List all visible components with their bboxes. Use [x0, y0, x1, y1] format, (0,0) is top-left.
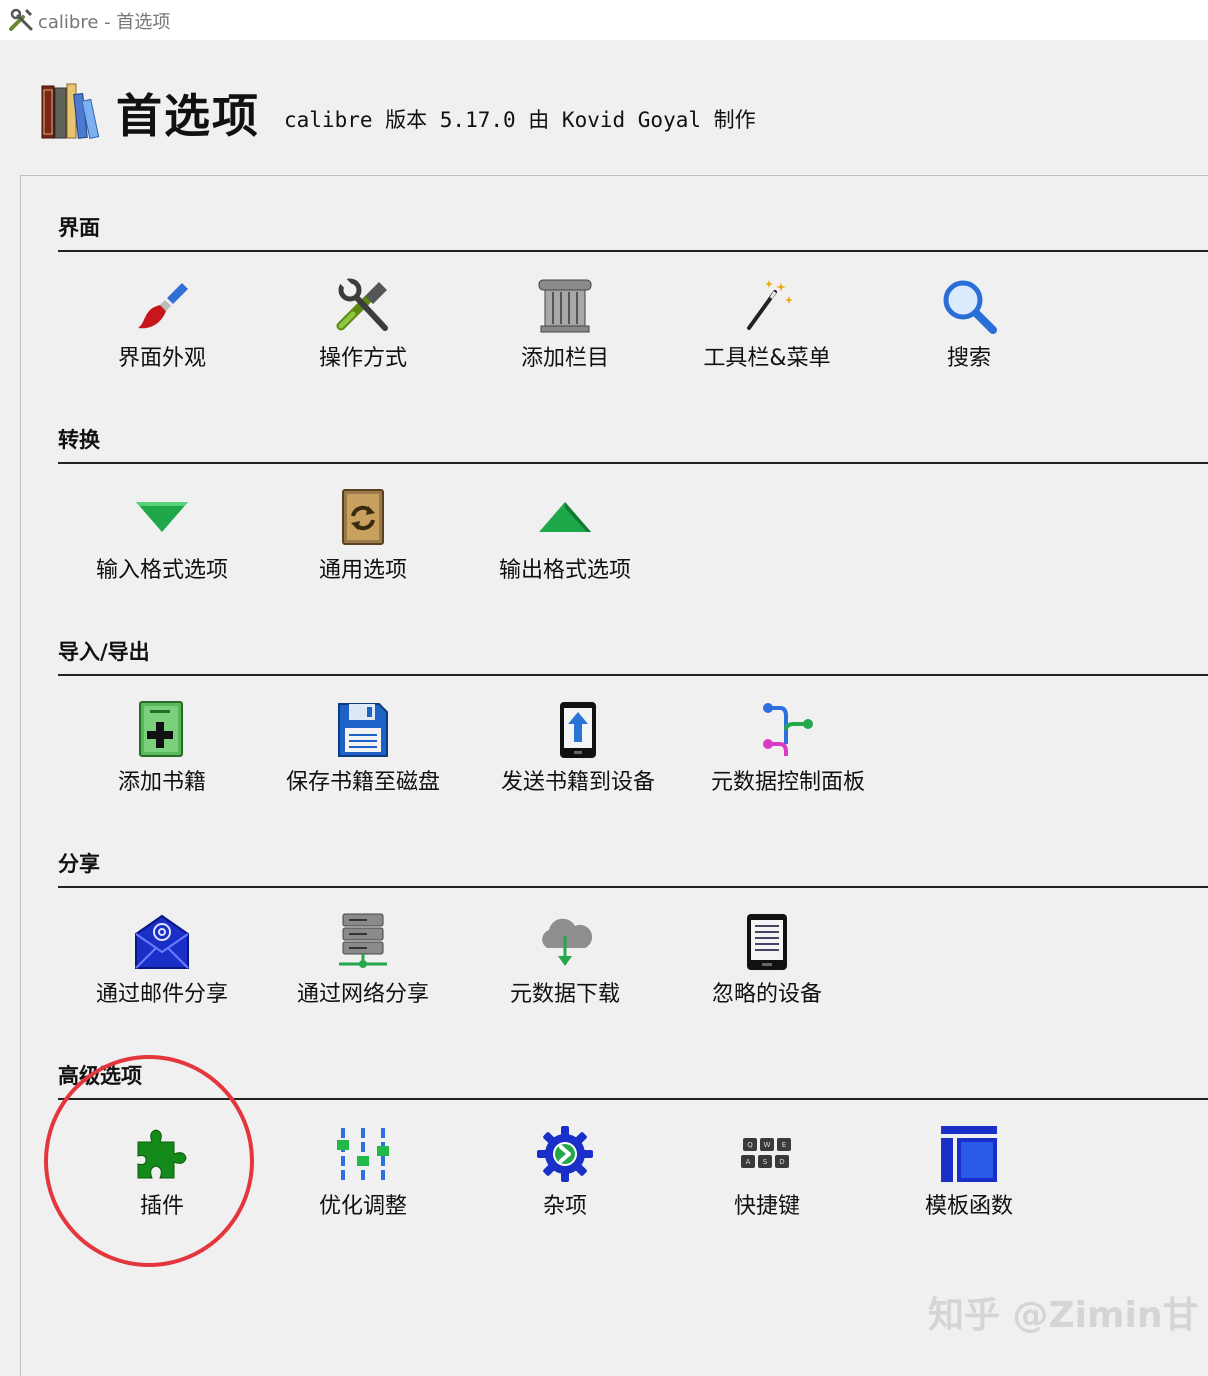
- section-title-conversion: 转换: [58, 428, 100, 452]
- svg-text:Q: Q: [747, 1141, 753, 1149]
- pref-label: 插件: [139, 1194, 184, 1219]
- template-icon: [941, 1126, 997, 1182]
- section-title-sharing: 分享: [58, 852, 100, 876]
- pref-label: 输出格式选项: [498, 558, 631, 583]
- pref-sharing-email[interactable]: 通过邮件分享: [62, 912, 262, 1022]
- convert-book-icon: [342, 489, 384, 545]
- svg-text:S: S: [763, 1158, 768, 1166]
- pref-label: 输入格式选项: [95, 558, 228, 583]
- tools-icon: [336, 276, 388, 331]
- pref-label: 发送书籍到设备: [500, 770, 655, 795]
- brush-icon: [138, 283, 188, 329]
- pref-label: 搜索: [946, 346, 991, 371]
- svg-text:W: W: [764, 1141, 771, 1149]
- search-icon: [943, 280, 997, 334]
- pref-label: 快捷键: [733, 1194, 800, 1219]
- keyboard-icon: Q W E A S D: [741, 1138, 791, 1168]
- ereader-icon: [747, 914, 787, 970]
- pref-input-options[interactable]: 输入格式选项: [62, 488, 262, 598]
- pref-adding-books[interactable]: 添加书籍: [62, 700, 262, 810]
- metadata-graph-icon: [763, 703, 813, 756]
- column-icon: [538, 279, 592, 333]
- section-divider: [58, 462, 1208, 464]
- svg-text:E: E: [782, 1141, 786, 1149]
- pref-miscellaneous[interactable]: 杂项: [465, 1124, 665, 1234]
- pref-send-to-device[interactable]: 发送书籍到设备: [478, 700, 678, 810]
- page-title: 首选项: [116, 89, 260, 143]
- window-titlebar: calibre - 首选项: [0, 0, 1208, 40]
- pref-search[interactable]: 搜索: [869, 276, 1069, 386]
- send-device-icon: [560, 702, 596, 758]
- pref-label: 忽略的设备: [711, 982, 822, 1007]
- pref-template-functions[interactable]: 模板函数: [869, 1124, 1069, 1234]
- pref-add-column[interactable]: 添加栏目: [465, 276, 665, 386]
- pref-sharing-network[interactable]: 通过网络分享: [263, 912, 463, 1022]
- sliders-icon: [337, 1128, 389, 1180]
- pref-label: 通过邮件分享: [95, 982, 228, 1007]
- pref-label: 添加书籍: [117, 770, 206, 795]
- floppy-disk-icon: [338, 703, 388, 757]
- pref-label: 保存书籍至磁盘: [285, 770, 440, 795]
- cloud-download-icon: [542, 918, 593, 966]
- pref-behavior[interactable]: 操作方式: [263, 276, 463, 386]
- section-divider: [58, 674, 1208, 676]
- gear-icon: [537, 1126, 593, 1182]
- pref-label: 元数据下载: [509, 982, 620, 1007]
- pref-plugins[interactable]: 插件: [62, 1124, 262, 1234]
- pref-ignored-devices[interactable]: 忽略的设备: [667, 912, 867, 1022]
- pref-toolbars-menus[interactable]: 工具栏&菜单: [667, 276, 867, 386]
- server-icon: [339, 913, 387, 968]
- arrow-up-icon: [539, 502, 591, 532]
- pref-label: 通过网络分享: [296, 982, 429, 1007]
- magic-wand-icon: [747, 280, 793, 330]
- pref-label: 添加栏目: [520, 346, 609, 371]
- pref-label: 界面外观: [117, 346, 206, 371]
- pref-label: 模板函数: [924, 1194, 1013, 1219]
- section-title-interface: 界面: [58, 216, 100, 240]
- mail-icon: [135, 914, 189, 969]
- section-title-import-export: 导入/导出: [58, 640, 150, 664]
- pref-save-to-disk[interactable]: 保存书籍至磁盘: [263, 700, 463, 810]
- window-title: calibre - 首选项: [38, 12, 171, 33]
- pref-metadata-plugboards[interactable]: 元数据控制面板: [688, 700, 888, 810]
- pref-label: 优化调整: [318, 1194, 407, 1219]
- add-book-icon: [139, 701, 183, 757]
- pref-output-options[interactable]: 输出格式选项: [465, 488, 665, 598]
- preferences-header: 首选项 calibre 版本 5.17.0 由 Kovid Goyal 制作: [0, 40, 1208, 174]
- calibre-logo-icon: [41, 83, 100, 140]
- pref-common-options[interactable]: 通用选项: [263, 488, 463, 598]
- watermark-text: 知乎 @Zimin甘: [928, 1295, 1199, 1336]
- svg-text:A: A: [746, 1158, 751, 1166]
- pref-label: 通用选项: [318, 558, 407, 583]
- section-divider: [58, 886, 1208, 888]
- pref-look-and-feel[interactable]: 界面外观: [62, 276, 262, 386]
- pref-label: 操作方式: [318, 346, 407, 371]
- pref-tweaks[interactable]: 优化调整: [263, 1124, 463, 1234]
- arrow-down-icon: [136, 502, 188, 532]
- pref-label: 工具栏&菜单: [703, 346, 831, 371]
- version-subtitle: calibre 版本 5.17.0 由 Kovid Goyal 制作: [284, 108, 756, 132]
- section-divider: [58, 250, 1208, 252]
- section-divider: [58, 1098, 1208, 1100]
- section-title-advanced: 高级选项: [58, 1064, 142, 1088]
- app-tools-icon: [9, 8, 33, 31]
- svg-text:D: D: [779, 1158, 784, 1166]
- pref-shortcuts[interactable]: Q W E A S D 快捷键: [667, 1124, 867, 1234]
- pref-metadata-download[interactable]: 元数据下载: [465, 912, 665, 1022]
- pref-label: 杂项: [542, 1194, 587, 1219]
- pref-label: 元数据控制面板: [710, 770, 865, 795]
- puzzle-icon: [137, 1129, 187, 1179]
